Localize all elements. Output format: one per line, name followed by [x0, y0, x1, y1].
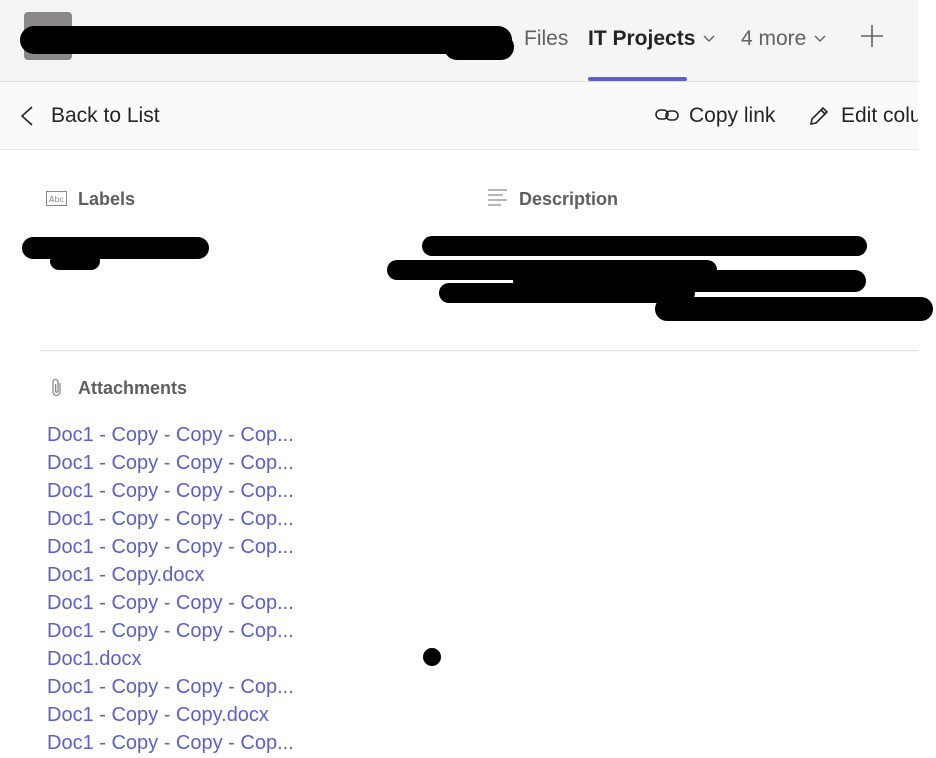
- add-tab-icon[interactable]: [860, 24, 884, 48]
- back-to-list-button[interactable]: Back to List: [20, 103, 160, 129]
- app-header: Files IT Projects 4 more: [0, 0, 918, 82]
- tab-files[interactable]: Files: [524, 26, 568, 52]
- attachments-field-title: Attachments: [78, 378, 188, 398]
- copy-link-button[interactable]: Copy link: [655, 103, 775, 129]
- redacted-description-line-5: [655, 297, 933, 321]
- pencil-icon: [809, 106, 829, 126]
- attachment-link[interactable]: Doc1 - Copy.docx: [47, 562, 294, 590]
- chevron-down-icon: [703, 35, 715, 43]
- attachment-link[interactable]: Doc1 - Copy - Copy - Cop...: [47, 506, 294, 534]
- chevron-down-icon: [814, 35, 826, 43]
- cursor-dot: [423, 648, 441, 666]
- item-toolbar: Back to List Copy link Edit colu: [0, 82, 922, 150]
- attachment-link[interactable]: Doc1 - Copy - Copy - Cop...: [47, 674, 294, 702]
- description-field-title: Description: [519, 189, 619, 209]
- attachment-link[interactable]: Doc1 - Copy - Copy - Cop...: [47, 618, 294, 646]
- active-tab-indicator: [588, 77, 687, 81]
- copy-link-label: Copy link: [689, 104, 776, 127]
- link-icon: [655, 109, 679, 121]
- edit-columns-button[interactable]: Edit colu: [808, 103, 922, 129]
- attachment-link[interactable]: Doc1.docx: [47, 646, 294, 674]
- labels-field-title: Labels: [78, 189, 136, 209]
- tab-more[interactable]: 4 more: [741, 26, 826, 52]
- attachment-link[interactable]: Doc1 - Copy - Copy - Cop...: [47, 478, 294, 506]
- back-to-list-label: Back to List: [51, 104, 160, 127]
- right-edge: [918, 0, 936, 150]
- attachment-link[interactable]: Doc1 - Copy - Copy - Cop...: [47, 730, 294, 758]
- paperclip-icon: [52, 378, 61, 397]
- redacted-team-name: [20, 26, 512, 54]
- attachments-list: Doc1 - Copy - Copy - Cop... Doc1 - Copy …: [47, 422, 294, 758]
- attachment-link[interactable]: Doc1 - Copy - Copy - Cop...: [47, 422, 294, 450]
- svg-text:Abc: Abc: [49, 195, 64, 204]
- attachment-link[interactable]: Doc1 - Copy - Copy - Cop...: [47, 590, 294, 618]
- redacted-description-line-4: [439, 283, 695, 303]
- section-divider: [40, 350, 918, 351]
- chevron-left-icon: [20, 106, 33, 126]
- tab-it-projects[interactable]: IT Projects: [588, 26, 715, 52]
- attachment-link[interactable]: Doc1 - Copy - Copy - Cop...: [47, 450, 294, 478]
- tab-it-projects-label: IT Projects: [588, 27, 696, 50]
- redacted-description-line-1: [422, 236, 867, 256]
- text-field-icon: Abc: [46, 191, 67, 206]
- redacted-labels-value-mark: [50, 252, 100, 270]
- redacted-team-name-mark: [444, 34, 514, 60]
- redacted-labels-value: [22, 237, 209, 259]
- tab-more-label: 4 more: [741, 27, 807, 50]
- description-icon: [488, 189, 507, 206]
- edit-columns-label: Edit colu: [841, 104, 922, 127]
- attachment-link[interactable]: Doc1 - Copy - Copy - Cop...: [47, 534, 294, 562]
- attachment-link[interactable]: Doc1 - Copy - Copy.docx: [47, 702, 294, 730]
